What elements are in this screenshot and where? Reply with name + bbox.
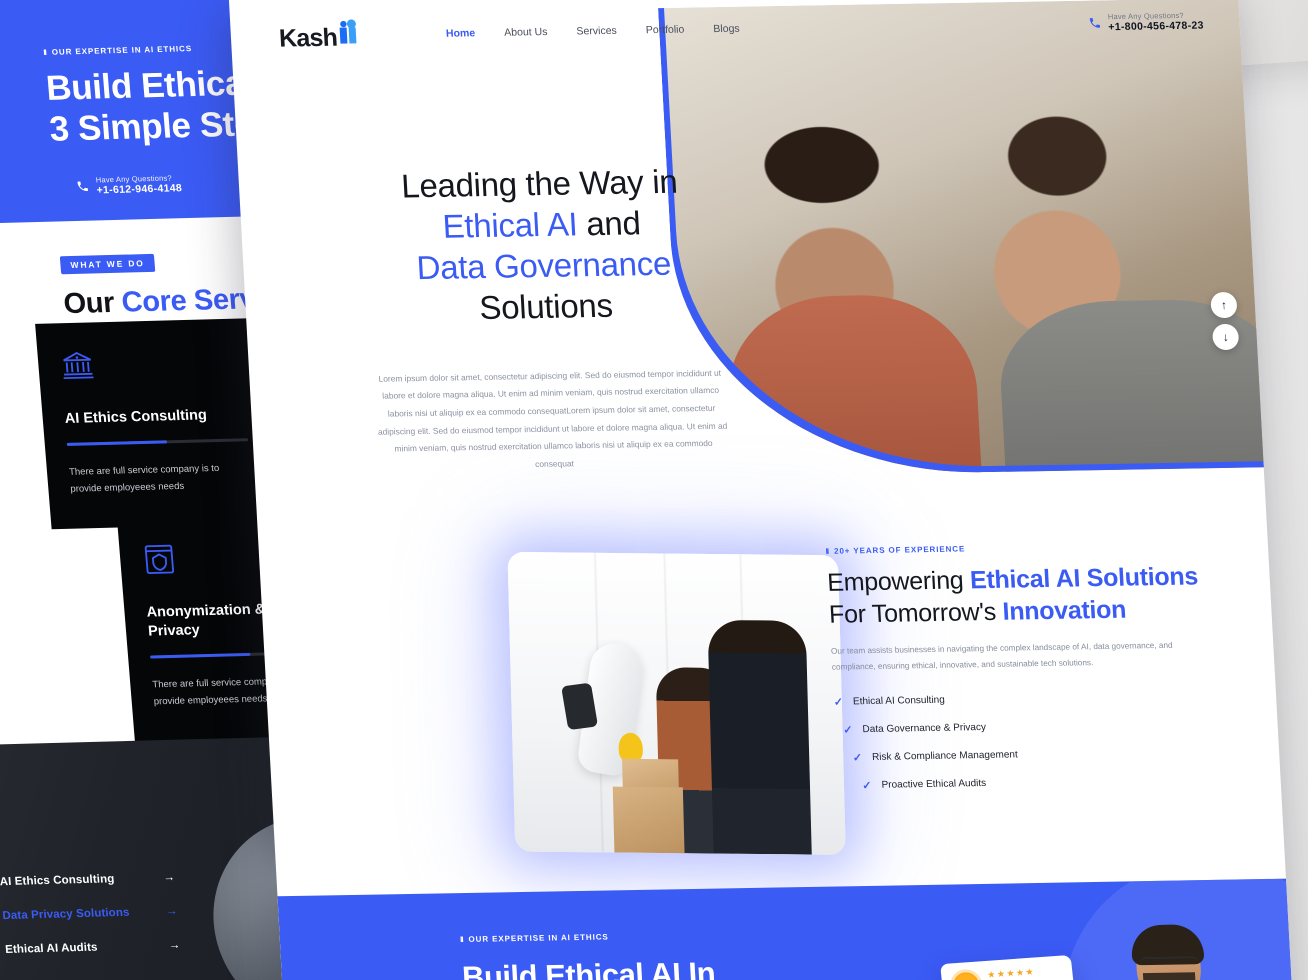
back-hero-eyebrow-label: OUR EXPERTISE IN AI ETHICS <box>51 44 193 57</box>
service-link[interactable]: AI Ethics Consulting → <box>0 872 175 889</box>
badge-seal-icon: ✓ <box>951 971 981 980</box>
cta-title-line1: Build Ethical AI In <box>461 955 717 980</box>
hero-title-accent-1: Ethical AI <box>441 205 579 245</box>
nav-item-home[interactable]: Home <box>446 27 476 39</box>
checklist-item-label: Data Governance & Privacy <box>862 721 987 736</box>
hero-copy: Leading the Way in Ethical AI and Data G… <box>238 159 855 478</box>
empower-title-accent-2: Innovation <box>1001 595 1127 626</box>
check-icon: ✓ <box>833 696 844 709</box>
empower-title-plain-2: For Tomorrow's <box>828 597 1004 629</box>
empower-title: Empowering Ethical AI Solutions For Tomo… <box>827 561 1251 631</box>
cta-person-photo <box>1101 924 1252 980</box>
eyebrow-bars-icon: II <box>825 546 829 556</box>
empower-title-accent-1: Ethical AI Solutions <box>969 562 1199 595</box>
person-beard-shape <box>1142 972 1197 980</box>
hero-title-line2-plain: and <box>576 204 642 243</box>
cta-eyebrow-label: OUR EXPERTISE IN AI ETHICS <box>468 932 609 944</box>
empower-lede: Our team assists businesses in navigatin… <box>830 640 1173 672</box>
empower-title-plain-1: Empowering <box>826 566 971 597</box>
checklist-item: ✓ Ethical AI Consulting <box>833 688 1254 709</box>
primary-nav: Home About Us Services Portfolio Blogs <box>446 23 740 40</box>
phone-icon <box>77 181 88 191</box>
empower-eyebrow-label: 20+ YEARS OF EXPERIENCE <box>833 544 966 556</box>
arrow-down-icon: ↓ <box>1222 329 1229 345</box>
nav-item-about-us[interactable]: About Us <box>504 26 548 39</box>
bank-icon <box>63 351 94 380</box>
logo-wordmark: Kash <box>278 23 338 53</box>
empower-checklist: ✓ Ethical AI Consulting ✓ Data Governanc… <box>833 688 1258 792</box>
hero-title-line4: Solutions <box>478 286 614 326</box>
logo-it-mark-icon <box>337 18 372 46</box>
eyebrow-bars-icon: II <box>459 935 463 945</box>
service-link-label: Data Privacy Solutions <box>2 906 130 923</box>
arrow-right-icon: → <box>162 871 176 884</box>
main-page-mockup: Kash Home About Us Services Portfolio Bl… <box>228 0 1296 980</box>
checklist-item: ✓ Data Governance & Privacy <box>843 716 1256 736</box>
checklist-item-label: Proactive Ethical Audits <box>881 777 987 791</box>
service-link-active[interactable]: Data Privacy Solutions → <box>2 906 178 923</box>
checklist-item: ✓ Risk & Compliance Management <box>852 744 1257 764</box>
empower-section: II 20+ YEARS OF EXPERIENCE Empowering Et… <box>256 489 1286 896</box>
nav-item-portfolio[interactable]: Portfolio <box>645 24 684 37</box>
badge-check-glyph: ✓ <box>960 977 973 980</box>
empower-eyebrow: II 20+ YEARS OF EXPERIENCE <box>825 544 965 555</box>
hero-paragraph: Lorem ipsum dolor sit amet, consectetur … <box>377 367 728 469</box>
empower-copy: II 20+ YEARS OF EXPERIENCE Empowering Et… <box>825 534 1260 808</box>
privacy-shield-icon <box>144 544 175 575</box>
person-glasses-shape <box>1140 956 1199 970</box>
service-link-label: AI Ethics Consulting <box>0 873 115 889</box>
robotics-photo <box>507 551 846 855</box>
header-contact[interactable]: Have Any Questions? +1-800-456-478-23 <box>1088 10 1204 33</box>
eyebrow-bars-icon: II <box>43 47 47 57</box>
checklist-item: ✓ Proactive Ethical Audits <box>862 772 1259 792</box>
presentation-stage: II OUR EXPERTISE IN AI ETHICS Build Ethi… <box>0 0 1308 980</box>
cardboard-box-large <box>612 786 685 854</box>
service-card-body: There are full service company is to pro… <box>68 462 220 496</box>
heading-plain: Our <box>62 286 123 321</box>
phone-icon <box>1089 17 1100 28</box>
arrow-up-icon: ↑ <box>1220 298 1228 313</box>
scroll-down-button[interactable]: ↓ <box>1211 323 1240 351</box>
hero-section: ↑ ↓ Leading the Way in Ethical AI and Da… <box>233 0 1296 507</box>
person-man-shape <box>707 619 812 855</box>
back-hero-eyebrow: II OUR EXPERTISE IN AI ETHICS <box>43 44 192 57</box>
check-icon: ✓ <box>862 779 872 793</box>
header-contact-phone[interactable]: +1-800-456-478-23 <box>1108 19 1204 33</box>
check-icon: ✓ <box>843 724 853 737</box>
service-card-title: AI Ethics Consulting <box>64 407 208 427</box>
checklist-item-label: Ethical AI Consulting <box>852 694 946 708</box>
hero-title-line1: Leading the Way in <box>400 162 679 205</box>
arrow-right-icon: → <box>168 939 181 952</box>
service-link-label: Ethical AI Audits <box>4 941 99 956</box>
hero-title-accent-2: Data Governance <box>415 244 672 286</box>
check-icon: ✓ <box>852 752 863 765</box>
back-hero-contact-phone[interactable]: +1-612-946-4148 <box>96 182 182 196</box>
cta-section: II OUR EXPERTISE IN AI ETHICS Build Ethi… <box>277 878 1296 980</box>
what-we-do-chip: WHAT WE DO <box>59 253 156 275</box>
logo[interactable]: Kash <box>278 18 373 54</box>
scroll-up-button[interactable]: ↑ <box>1210 291 1238 319</box>
service-link[interactable]: Ethical AI Audits → <box>5 939 181 956</box>
checklist-item-label: Risk & Compliance Management <box>871 749 1019 763</box>
back-service-link-list: AI Ethics Consulting → Data Privacy Solu… <box>0 872 183 978</box>
header-contact-question: Have Any Questions? <box>1107 10 1185 21</box>
nav-item-services[interactable]: Services <box>576 25 617 38</box>
scroll-controls: ↑ ↓ <box>1210 291 1240 356</box>
cta-eyebrow: II OUR EXPERTISE IN AI ETHICS <box>460 932 609 944</box>
nav-item-blogs[interactable]: Blogs <box>713 23 740 35</box>
hero-title: Leading the Way in Ethical AI and Data G… <box>238 159 847 333</box>
service-card[interactable]: AI Ethics Consulting There are full serv… <box>35 318 277 530</box>
arrow-right-icon: → <box>165 905 179 918</box>
service-card-progress-rule <box>66 438 249 446</box>
